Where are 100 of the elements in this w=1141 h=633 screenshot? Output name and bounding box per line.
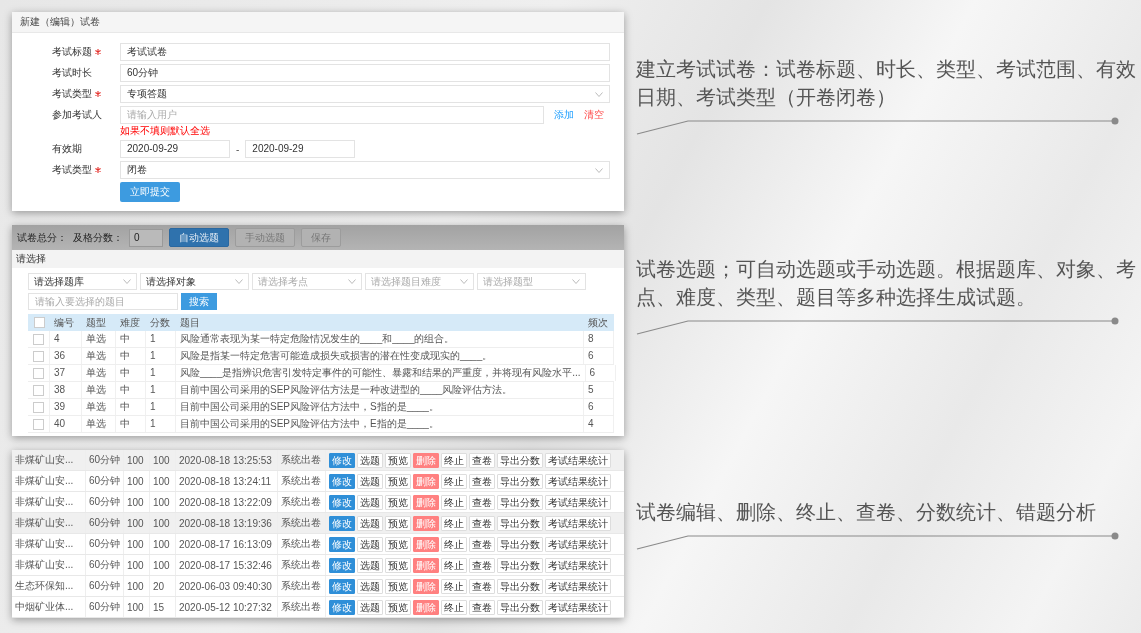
table-cell: 系统出卷 (278, 492, 326, 512)
table-cell: 系统出卷 (278, 513, 326, 533)
checkbox[interactable] (33, 384, 44, 396)
table-cell: 100 (150, 534, 176, 554)
table-cell: 1 (146, 382, 176, 398)
action-button[interactable]: 终止 (441, 578, 467, 594)
action-button[interactable]: 终止 (441, 599, 467, 615)
table-cell: 100 (150, 450, 176, 470)
table-cell: 2020-08-18 13:24:11 (176, 471, 278, 491)
table-cell: 非煤矿山安... (12, 534, 86, 554)
filter-select[interactable]: 请选择对象 (140, 273, 250, 290)
table-cell: 2020-08-18 13:25:53 (176, 450, 278, 470)
action-button[interactable]: 查卷 (469, 452, 495, 468)
action-button[interactable]: 选题 (357, 452, 383, 468)
toolbar-button[interactable]: 自动选题 (169, 228, 229, 247)
checkbox[interactable] (33, 350, 44, 362)
action-button[interactable]: 导出分数 (497, 473, 543, 489)
checkbox[interactable] (33, 367, 44, 379)
table-cell: 38 (50, 382, 82, 398)
table-cell: 中烟矿业体... (12, 597, 86, 617)
action-button[interactable]: 选题 (357, 536, 383, 552)
action-button[interactable]: 导出分数 (497, 599, 543, 615)
date-field[interactable]: 2020-09-29 (245, 140, 356, 158)
text-field[interactable]: 考试试卷 (120, 43, 610, 61)
table-cell: 100 (150, 471, 176, 491)
table-cell: 单选 (82, 416, 116, 432)
table-cell: 系统出卷 (278, 534, 326, 554)
action-button[interactable]: 终止 (441, 452, 467, 468)
action-button[interactable]: 选题 (357, 494, 383, 510)
text-field[interactable]: 60分钟 (120, 64, 610, 82)
action-button[interactable]: 终止 (441, 494, 467, 510)
caret-icon (572, 279, 580, 284)
action-button[interactable]: 考试结果统计 (545, 578, 611, 594)
action-button[interactable]: 导出分数 (497, 515, 543, 531)
table-cell: 6 (584, 348, 614, 364)
action-button[interactable]: 终止 (441, 557, 467, 573)
table-cell: 中 (116, 348, 146, 364)
action-button[interactable]: 考试结果统计 (545, 536, 611, 552)
checkbox[interactable] (33, 418, 44, 430)
caption-text: 建立考试试卷：试卷标题、时长、类型、考试范围、有效日期、考试类型（开卷闭卷） (636, 57, 1137, 110)
checkbox[interactable] (33, 333, 44, 345)
pass-score-field[interactable]: 0 (129, 228, 163, 247)
action-button[interactable]: 导出分数 (497, 536, 543, 552)
table-cell: 1 (146, 416, 176, 432)
action-button[interactable]: 预览 (385, 578, 411, 594)
action-button[interactable]: 终止 (441, 515, 467, 531)
action-button[interactable]: 查卷 (469, 578, 495, 594)
action-button[interactable]: 预览 (385, 494, 411, 510)
action-button[interactable]: 预览 (385, 536, 411, 552)
table-cell: 100 (150, 513, 176, 533)
action-button[interactable]: 查卷 (469, 494, 495, 510)
action-button[interactable]: 预览 (385, 599, 411, 615)
action-button[interactable]: 选题 (357, 473, 383, 489)
field-label: 有效期 (52, 142, 82, 156)
table-cell: 100 (124, 492, 150, 512)
action-button[interactable]: 终止 (441, 536, 467, 552)
field-label: 考试类型 (52, 163, 92, 177)
action-button[interactable]: 选题 (357, 599, 383, 615)
action-button[interactable]: 查卷 (469, 536, 495, 552)
table-cell: 2020-08-18 13:22:09 (176, 492, 278, 512)
action-button[interactable]: 查卷 (469, 599, 495, 615)
caption-text: 试卷选题；可自动选题或手动选题。根据题库、对象、考点、难度、类型、题目等多种选择生成试题。 (636, 257, 1137, 310)
action-button[interactable]: 预览 (385, 557, 411, 573)
action-button[interactable]: 考试结果统计 (545, 599, 611, 615)
table-cell: 1 (146, 399, 176, 415)
table-cell: 非煤矿山安... (12, 555, 86, 575)
action-button[interactable]: 考试结果统计 (545, 557, 611, 573)
action-button[interactable]: 导出分数 (497, 578, 543, 594)
action-button[interactable]: 查卷 (469, 515, 495, 531)
action-button[interactable]: 预览 (385, 452, 411, 468)
action-button[interactable]: 导出分数 (497, 557, 543, 573)
table-cell: 单选 (82, 365, 116, 381)
filter-select[interactable]: 请选择题库 (28, 273, 138, 290)
table-cell: 100 (124, 450, 150, 470)
checkbox[interactable] (33, 401, 44, 413)
table-cell: 60分钟 (86, 471, 124, 491)
action-button[interactable]: 考试结果统计 (545, 494, 611, 510)
action-button[interactable]: 选题 (357, 557, 383, 573)
action-button[interactable]: 考试结果统计 (545, 473, 611, 489)
section-title: 请选择 (12, 250, 624, 268)
select-field[interactable]: 专项答题 (120, 85, 610, 103)
action-button[interactable]: 选题 (357, 515, 383, 531)
column-header: 难度 (119, 315, 141, 330)
action-button[interactable]: 终止 (441, 473, 467, 489)
action-button[interactable]: 预览 (385, 515, 411, 531)
table-cell: 中 (116, 331, 146, 347)
action-button[interactable]: 导出分数 (497, 494, 543, 510)
action-button[interactable]: 选题 (357, 578, 383, 594)
action-button[interactable]: 预览 (385, 473, 411, 489)
date-field[interactable]: 2020-09-29 (120, 140, 230, 158)
action-button[interactable]: 考试结果统计 (545, 452, 611, 468)
action-button[interactable]: 查卷 (469, 557, 495, 573)
action-button[interactable]: 导出分数 (497, 452, 543, 468)
action-button[interactable]: 查卷 (469, 473, 495, 489)
select-field[interactable]: 闭卷 (120, 161, 610, 179)
table-cell: 系统出卷 (278, 597, 326, 617)
checkbox[interactable] (33, 317, 45, 328)
table-cell: 系统出卷 (278, 450, 326, 470)
table-cell: 40 (50, 416, 82, 432)
action-button[interactable]: 考试结果统计 (545, 515, 611, 531)
